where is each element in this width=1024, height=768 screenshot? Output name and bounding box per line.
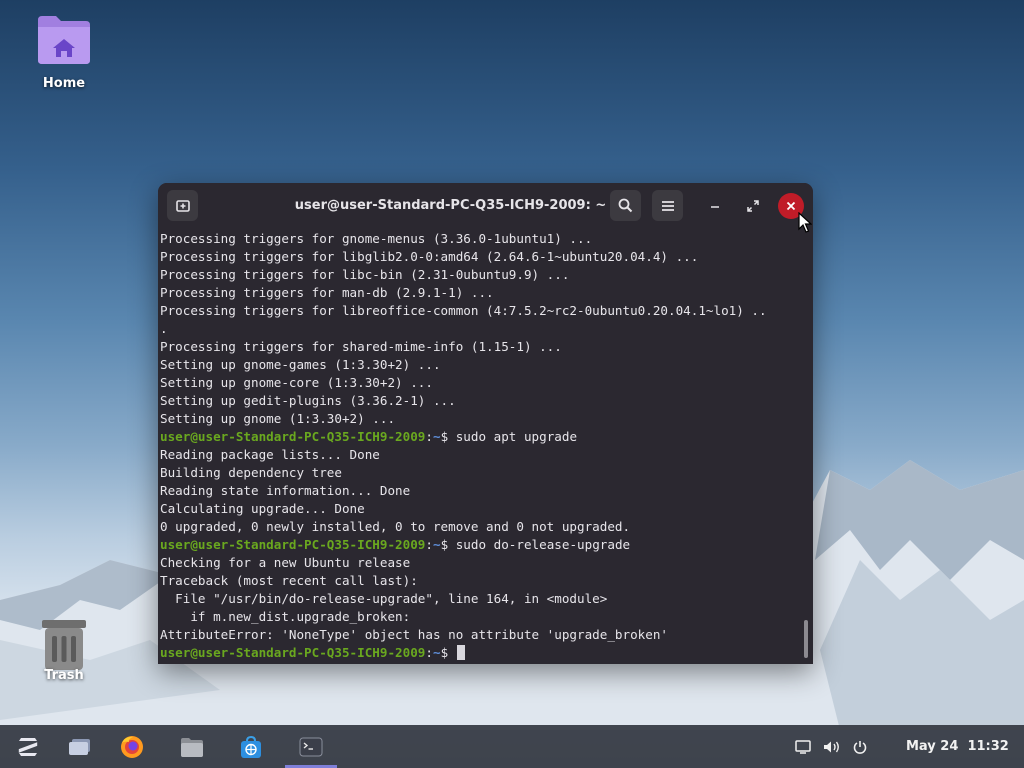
- terminal-output-line: Traceback (most recent call last):: [160, 573, 418, 588]
- new-tab-button[interactable]: [167, 190, 198, 221]
- prompt-command: $ sudo do-release-upgrade: [440, 537, 631, 552]
- prompt-user-host: user@user-Standard-PC-Q35-ICH9-2009: [160, 429, 426, 444]
- terminal-output-line: AttributeError: 'NoneType' object has no…: [160, 627, 668, 642]
- terminal-prompt-line: user@user-Standard-PC-Q35-ICH9-2009:~$ s…: [160, 536, 803, 554]
- terminal-prompt-line: user@user-Standard-PC-Q35-ICH9-2009:~$: [160, 644, 803, 662]
- prompt-separator: :: [425, 429, 433, 444]
- prompt-user-host: user@user-Standard-PC-Q35-ICH9-2009: [160, 645, 426, 660]
- terminal-output-line: Calculating upgrade... Done: [160, 501, 365, 516]
- desktop-icon-home[interactable]: Home: [24, 12, 104, 91]
- terminal-taskbar-button[interactable]: [285, 725, 337, 768]
- trash-icon: [42, 620, 86, 670]
- software-store-button[interactable]: [231, 725, 271, 768]
- new-tab-icon: [175, 199, 190, 212]
- terminal-output-line: Processing triggers for man-db (2.9.1-1)…: [160, 285, 494, 300]
- terminal-output-line: Processing triggers for libglib2.0-0:amd…: [160, 249, 699, 264]
- terminal-window[interactable]: user@user-Standard-PC-Q35-ICH9-2009: ~ P…: [158, 183, 813, 664]
- display-indicator[interactable]: [793, 725, 813, 768]
- firefox-icon: [121, 735, 143, 758]
- terminal-output-line: Setting up gnome-games (1:3.30+2) ...: [160, 357, 441, 372]
- mouse-pointer-icon: [798, 212, 812, 233]
- prompt-path: ~: [432, 645, 441, 660]
- menu-button[interactable]: [652, 190, 683, 221]
- terminal-output-line: Processing triggers for libc-bin (2.31-0…: [160, 267, 570, 282]
- files-button[interactable]: [172, 725, 212, 768]
- power-icon: [853, 740, 867, 754]
- taskbar: May 24 11:32: [0, 725, 1024, 768]
- minimize-icon: [710, 205, 719, 208]
- maximize-icon: [746, 199, 759, 212]
- terminal-output-line: Setting up gedit-plugins (3.36.2-1) ...: [160, 393, 456, 408]
- files-icon: [181, 737, 203, 757]
- home-folder-icon: [38, 16, 90, 64]
- desktop-icon-label: Trash: [44, 668, 84, 683]
- search-icon: [618, 198, 633, 213]
- terminal-output-line: Setting up gnome-core (1:3.30+2) ...: [160, 375, 433, 390]
- hamburger-menu-icon: [661, 200, 674, 211]
- text-cursor: [456, 645, 465, 660]
- terminal-output-line: Processing triggers for libreoffice-comm…: [160, 303, 767, 318]
- terminal-output-line: Building dependency tree: [160, 465, 342, 480]
- terminal-output-line: Processing triggers for shared-mime-info…: [160, 339, 562, 354]
- prompt-path: ~: [432, 429, 441, 444]
- prompt-user-host: user@user-Standard-PC-Q35-ICH9-2009: [160, 537, 426, 552]
- search-button[interactable]: [610, 190, 641, 221]
- desktop-icon-label: Home: [42, 76, 86, 91]
- workspaces-icon: [69, 738, 90, 755]
- workspaces-button[interactable]: [60, 725, 100, 768]
- power-indicator[interactable]: [850, 725, 870, 768]
- terminal-output-line: Reading package lists... Done: [160, 447, 380, 462]
- volume-indicator[interactable]: [822, 725, 842, 768]
- prompt-separator: :: [425, 537, 433, 552]
- terminal-output[interactable]: Processing triggers for gnome-menus (3.3…: [160, 230, 803, 662]
- terminal-prompt-line: user@user-Standard-PC-Q35-ICH9-2009:~$ s…: [160, 428, 803, 446]
- prompt-path: ~: [432, 537, 441, 552]
- prompt-command: $ sudo apt upgrade: [440, 429, 578, 444]
- close-icon: [786, 201, 796, 211]
- terminal-output-line: Checking for a new Ubuntu release: [160, 555, 411, 570]
- maximize-button[interactable]: [737, 190, 768, 221]
- clock[interactable]: May 24 11:32: [906, 725, 1009, 768]
- terminal-titlebar[interactable]: user@user-Standard-PC-Q35-ICH9-2009: ~: [158, 183, 813, 228]
- terminal-scrollbar[interactable]: [804, 620, 808, 658]
- display-icon: [795, 739, 811, 754]
- terminal-output-line: .: [160, 321, 168, 336]
- firefox-button[interactable]: [112, 725, 152, 768]
- zorin-menu-icon: [18, 737, 38, 756]
- terminal-output-line: if m.new_dist.upgrade_broken:: [160, 609, 411, 624]
- terminal-icon: [299, 737, 323, 756]
- volume-icon: [824, 741, 839, 752]
- terminal-output-line: 0 upgraded, 0 newly installed, 0 to remo…: [160, 519, 631, 534]
- prompt-separator: :: [425, 645, 433, 660]
- terminal-output-line: Reading state information... Done: [160, 483, 411, 498]
- terminal-output-line: File "/usr/bin/do-release-upgrade", line…: [160, 591, 608, 606]
- software-store-icon: [241, 735, 261, 758]
- terminal-output-line: Setting up gnome (1:3.30+2) ...: [160, 411, 396, 426]
- desktop-icon-trash[interactable]: Trash: [24, 616, 104, 683]
- zorin-menu-button[interactable]: [8, 725, 48, 768]
- prompt-command: $: [440, 645, 456, 660]
- terminal-output-line: Processing triggers for gnome-menus (3.3…: [160, 231, 593, 246]
- minimize-button[interactable]: [699, 190, 730, 221]
- window-title: user@user-Standard-PC-Q35-ICH9-2009: ~: [294, 198, 607, 213]
